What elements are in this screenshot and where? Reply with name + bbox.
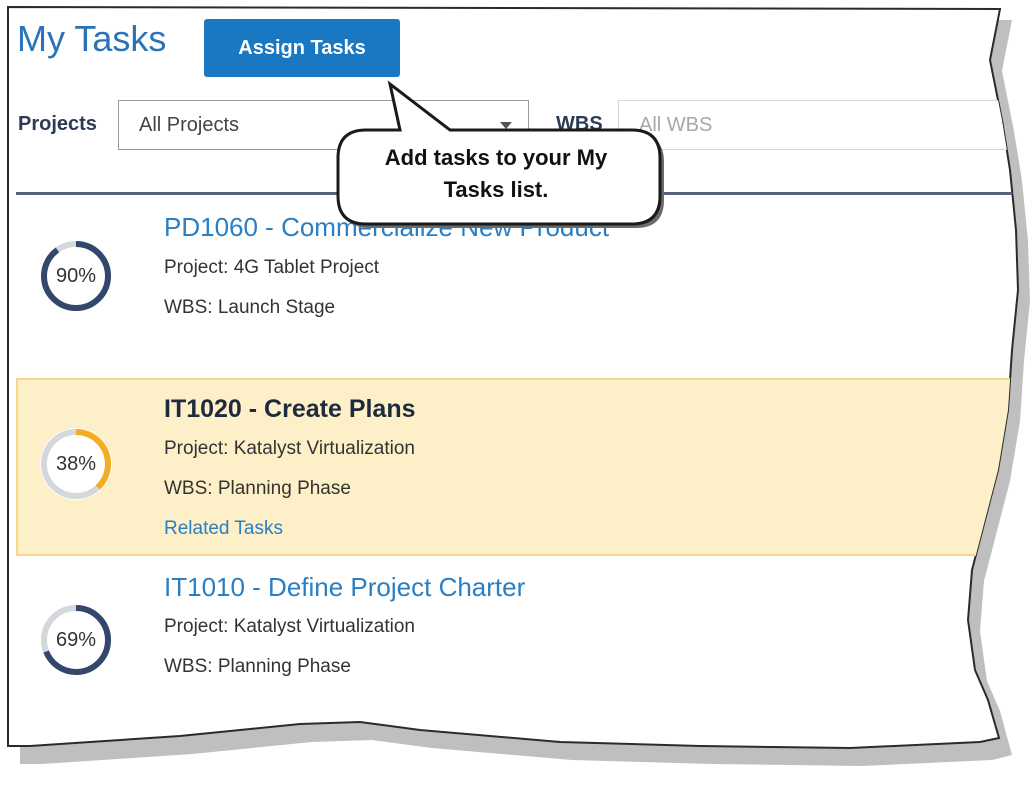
task-title-link[interactable]: PD1060 - Commercialize New Product: [164, 211, 609, 243]
task-wbs: WBS: Launch Stage: [164, 297, 336, 318]
wbs-select-value: All WBS: [639, 113, 713, 136]
task-project: Project: Katalyst Virtualization: [164, 616, 415, 637]
task-wbs: WBS: Planning Phase: [164, 478, 351, 499]
progress-percent: 69%: [55, 628, 97, 651]
wbs-select[interactable]: All WBS: [618, 100, 1018, 150]
progress-percent: 38%: [55, 452, 97, 475]
page-title: My Tasks: [17, 18, 167, 59]
projects-select-value: All Projects: [139, 113, 240, 136]
task-title-link[interactable]: IT1020 - Create Plans: [164, 393, 416, 425]
task-project: Project: Katalyst Virtualization: [164, 438, 415, 459]
task-wbs: WBS: Planning Phase: [164, 656, 351, 677]
callout-text: Add tasks to your My Tasks list.: [348, 142, 644, 206]
task-row[interactable]: 69% IT1010 - Define Project Charter Proj…: [16, 560, 1016, 730]
task-project: Project: 4G Tablet Project: [164, 257, 380, 278]
related-tasks-link[interactable]: Related Tasks: [164, 518, 283, 540]
projects-filter-label: Projects: [18, 113, 97, 135]
task-row-selected[interactable]: 38% IT1020 - Create Plans Project: Katal…: [16, 378, 1016, 556]
callout-line-2: Tasks list.: [443, 177, 549, 202]
assign-tasks-button[interactable]: Assign Tasks: [204, 19, 400, 77]
my-tasks-panel: My Tasks Assign Tasks Projects All Proje…: [8, 7, 1018, 748]
task-title-link[interactable]: IT1010 - Define Project Charter: [164, 571, 525, 603]
callout-line-1: Add tasks to your My: [384, 145, 608, 170]
wbs-filter-label: WBS: [556, 113, 603, 135]
progress-percent: 90%: [55, 264, 97, 287]
task-row[interactable]: 90% PD1060 - Commercialize New Product P…: [16, 196, 1016, 376]
chevron-down-icon: [500, 122, 512, 129]
